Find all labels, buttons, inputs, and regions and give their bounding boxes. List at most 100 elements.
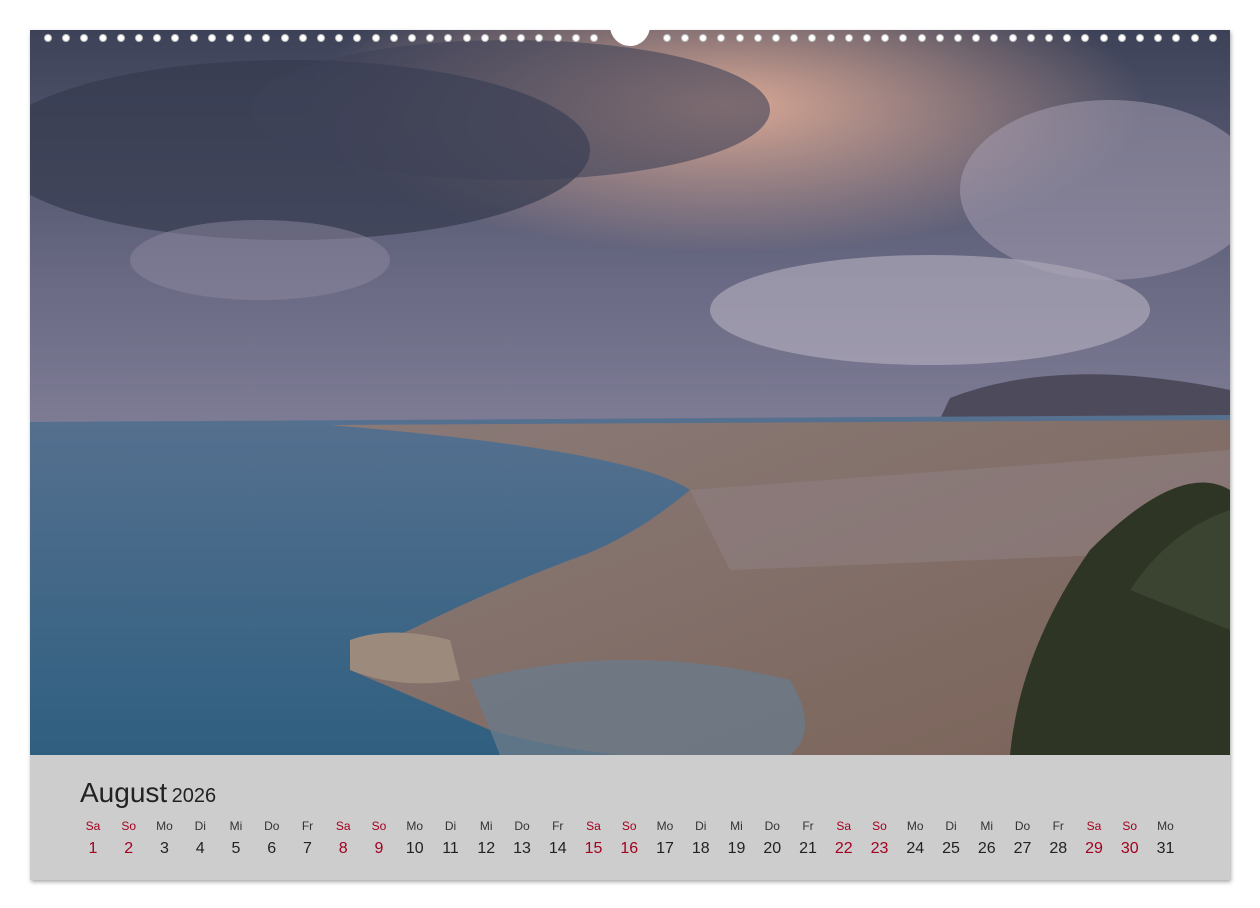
calendar-grid: August 2026 Sa So Mo Di Mi Do Fr Sa So Mo Di Mi Do Fr… bbox=[30, 755, 1230, 880]
binding-hole bbox=[790, 34, 799, 42]
binding-hole bbox=[1154, 34, 1163, 42]
binding-hole bbox=[590, 34, 598, 42]
binding-hole bbox=[1117, 34, 1126, 42]
binding-hole bbox=[662, 34, 671, 42]
binding-hole bbox=[972, 34, 981, 42]
binding-hole bbox=[553, 34, 562, 42]
binding-hole bbox=[353, 34, 362, 42]
binding-hole bbox=[844, 34, 853, 42]
binding-hole bbox=[153, 34, 162, 42]
coastal-town-photo bbox=[30, 30, 1230, 755]
weekday-label: Do bbox=[264, 819, 280, 833]
weekday-label: So bbox=[371, 819, 387, 833]
binding-hole bbox=[335, 34, 344, 42]
date-number: 4 bbox=[195, 840, 205, 857]
date-number: 30 bbox=[1120, 840, 1139, 857]
date-number: 25 bbox=[942, 840, 960, 857]
binding-hole bbox=[899, 34, 908, 42]
weekday-label: Mi bbox=[980, 819, 994, 833]
weekday-label: Do bbox=[1014, 819, 1031, 833]
binding-hole bbox=[62, 34, 71, 42]
date-number: 19 bbox=[727, 840, 746, 857]
weekday-label: So bbox=[121, 819, 137, 833]
date-number: 17 bbox=[656, 840, 674, 857]
binding-hole bbox=[826, 34, 835, 42]
binding-hole bbox=[1190, 34, 1199, 42]
weekday-label: Fr bbox=[301, 819, 314, 833]
weekday-label: Di bbox=[194, 819, 206, 833]
date-number: 14 bbox=[548, 840, 567, 857]
weekday-label: Sa bbox=[586, 819, 601, 833]
binding-hole bbox=[863, 34, 871, 42]
binding-hole bbox=[935, 34, 944, 42]
binding-hole bbox=[772, 34, 780, 42]
binding-hole bbox=[1081, 34, 1090, 42]
binding-hole bbox=[244, 34, 253, 42]
date-number: 9 bbox=[374, 840, 384, 857]
binding-hole bbox=[499, 34, 507, 42]
binding-hole bbox=[189, 34, 198, 42]
binding-hole bbox=[80, 34, 89, 42]
date-number: 15 bbox=[584, 840, 603, 857]
binding-hole bbox=[116, 34, 125, 42]
date-number: 5 bbox=[231, 840, 241, 857]
binding-hole bbox=[462, 34, 471, 42]
binding-hole bbox=[1136, 34, 1144, 42]
binding-hole bbox=[1208, 34, 1217, 42]
date-number: 27 bbox=[1013, 840, 1032, 857]
binding-hole bbox=[226, 34, 234, 42]
date-number: 6 bbox=[267, 840, 277, 857]
weekday-label: Mo bbox=[906, 819, 924, 833]
calendar-page: August 2026 Sa So Mo Di Mi Do Fr Sa So Mo Di Mi Do Fr… bbox=[30, 24, 1230, 880]
weekday-label: Mi bbox=[730, 819, 743, 833]
date-number: 7 bbox=[303, 840, 312, 857]
binding-hole bbox=[298, 34, 307, 42]
binding-hole bbox=[44, 34, 52, 42]
weekday-label: Do bbox=[514, 819, 530, 833]
date-number: 13 bbox=[513, 840, 531, 857]
weekday-label: Mo bbox=[656, 819, 674, 833]
weekday-label: Fr bbox=[1052, 819, 1064, 833]
binding-hole bbox=[389, 34, 398, 42]
date-number: 12 bbox=[477, 840, 496, 857]
binding-hole bbox=[735, 34, 744, 42]
binding-hole bbox=[98, 34, 107, 42]
weekday-label: Mi bbox=[479, 819, 493, 833]
weekday-label: Di bbox=[444, 819, 457, 833]
date-row: 1 2 3 4 5 6 7 8 9 10 11 12 13 14 15 16 17 18 19 20 21 22 23 24 2… bbox=[30, 840, 1230, 862]
weekday-label: Mo bbox=[1157, 819, 1174, 833]
binding-hole bbox=[1026, 34, 1035, 42]
binding-hole bbox=[717, 34, 726, 42]
binding-hole bbox=[1099, 34, 1108, 42]
binding-hole bbox=[517, 34, 526, 42]
binding-hole bbox=[1045, 34, 1053, 42]
binding-hole bbox=[444, 34, 453, 42]
binding-hole bbox=[262, 34, 271, 42]
date-number: 24 bbox=[906, 840, 925, 857]
binding-hole bbox=[1008, 34, 1017, 42]
binding-hole bbox=[408, 34, 416, 42]
date-number: 16 bbox=[620, 840, 639, 857]
hanger-notch bbox=[610, 24, 650, 46]
binding-hole bbox=[571, 34, 580, 42]
binding-hole bbox=[1172, 34, 1181, 42]
binding-hole bbox=[808, 34, 817, 42]
weekday-label: Sa bbox=[1086, 819, 1102, 833]
binding-hole bbox=[753, 34, 762, 42]
date-number: 31 bbox=[1156, 840, 1175, 857]
weekday-label: Sa bbox=[836, 819, 852, 833]
date-number: 20 bbox=[763, 840, 782, 857]
binding-hole bbox=[881, 34, 890, 42]
date-number: 26 bbox=[977, 840, 996, 857]
date-number: 2 bbox=[124, 840, 134, 857]
wire-binding bbox=[30, 24, 1230, 46]
weekday-label: So bbox=[872, 819, 887, 833]
month-title: August 2026 bbox=[80, 777, 216, 809]
weekday-label: Mi bbox=[229, 819, 243, 833]
binding-hole bbox=[1063, 34, 1072, 42]
weekday-label: Fr bbox=[552, 819, 564, 833]
weekday-label: So bbox=[621, 819, 637, 833]
date-number: 18 bbox=[691, 840, 710, 857]
weekday-label: Di bbox=[695, 819, 707, 833]
weekday-label: Sa bbox=[335, 819, 351, 833]
